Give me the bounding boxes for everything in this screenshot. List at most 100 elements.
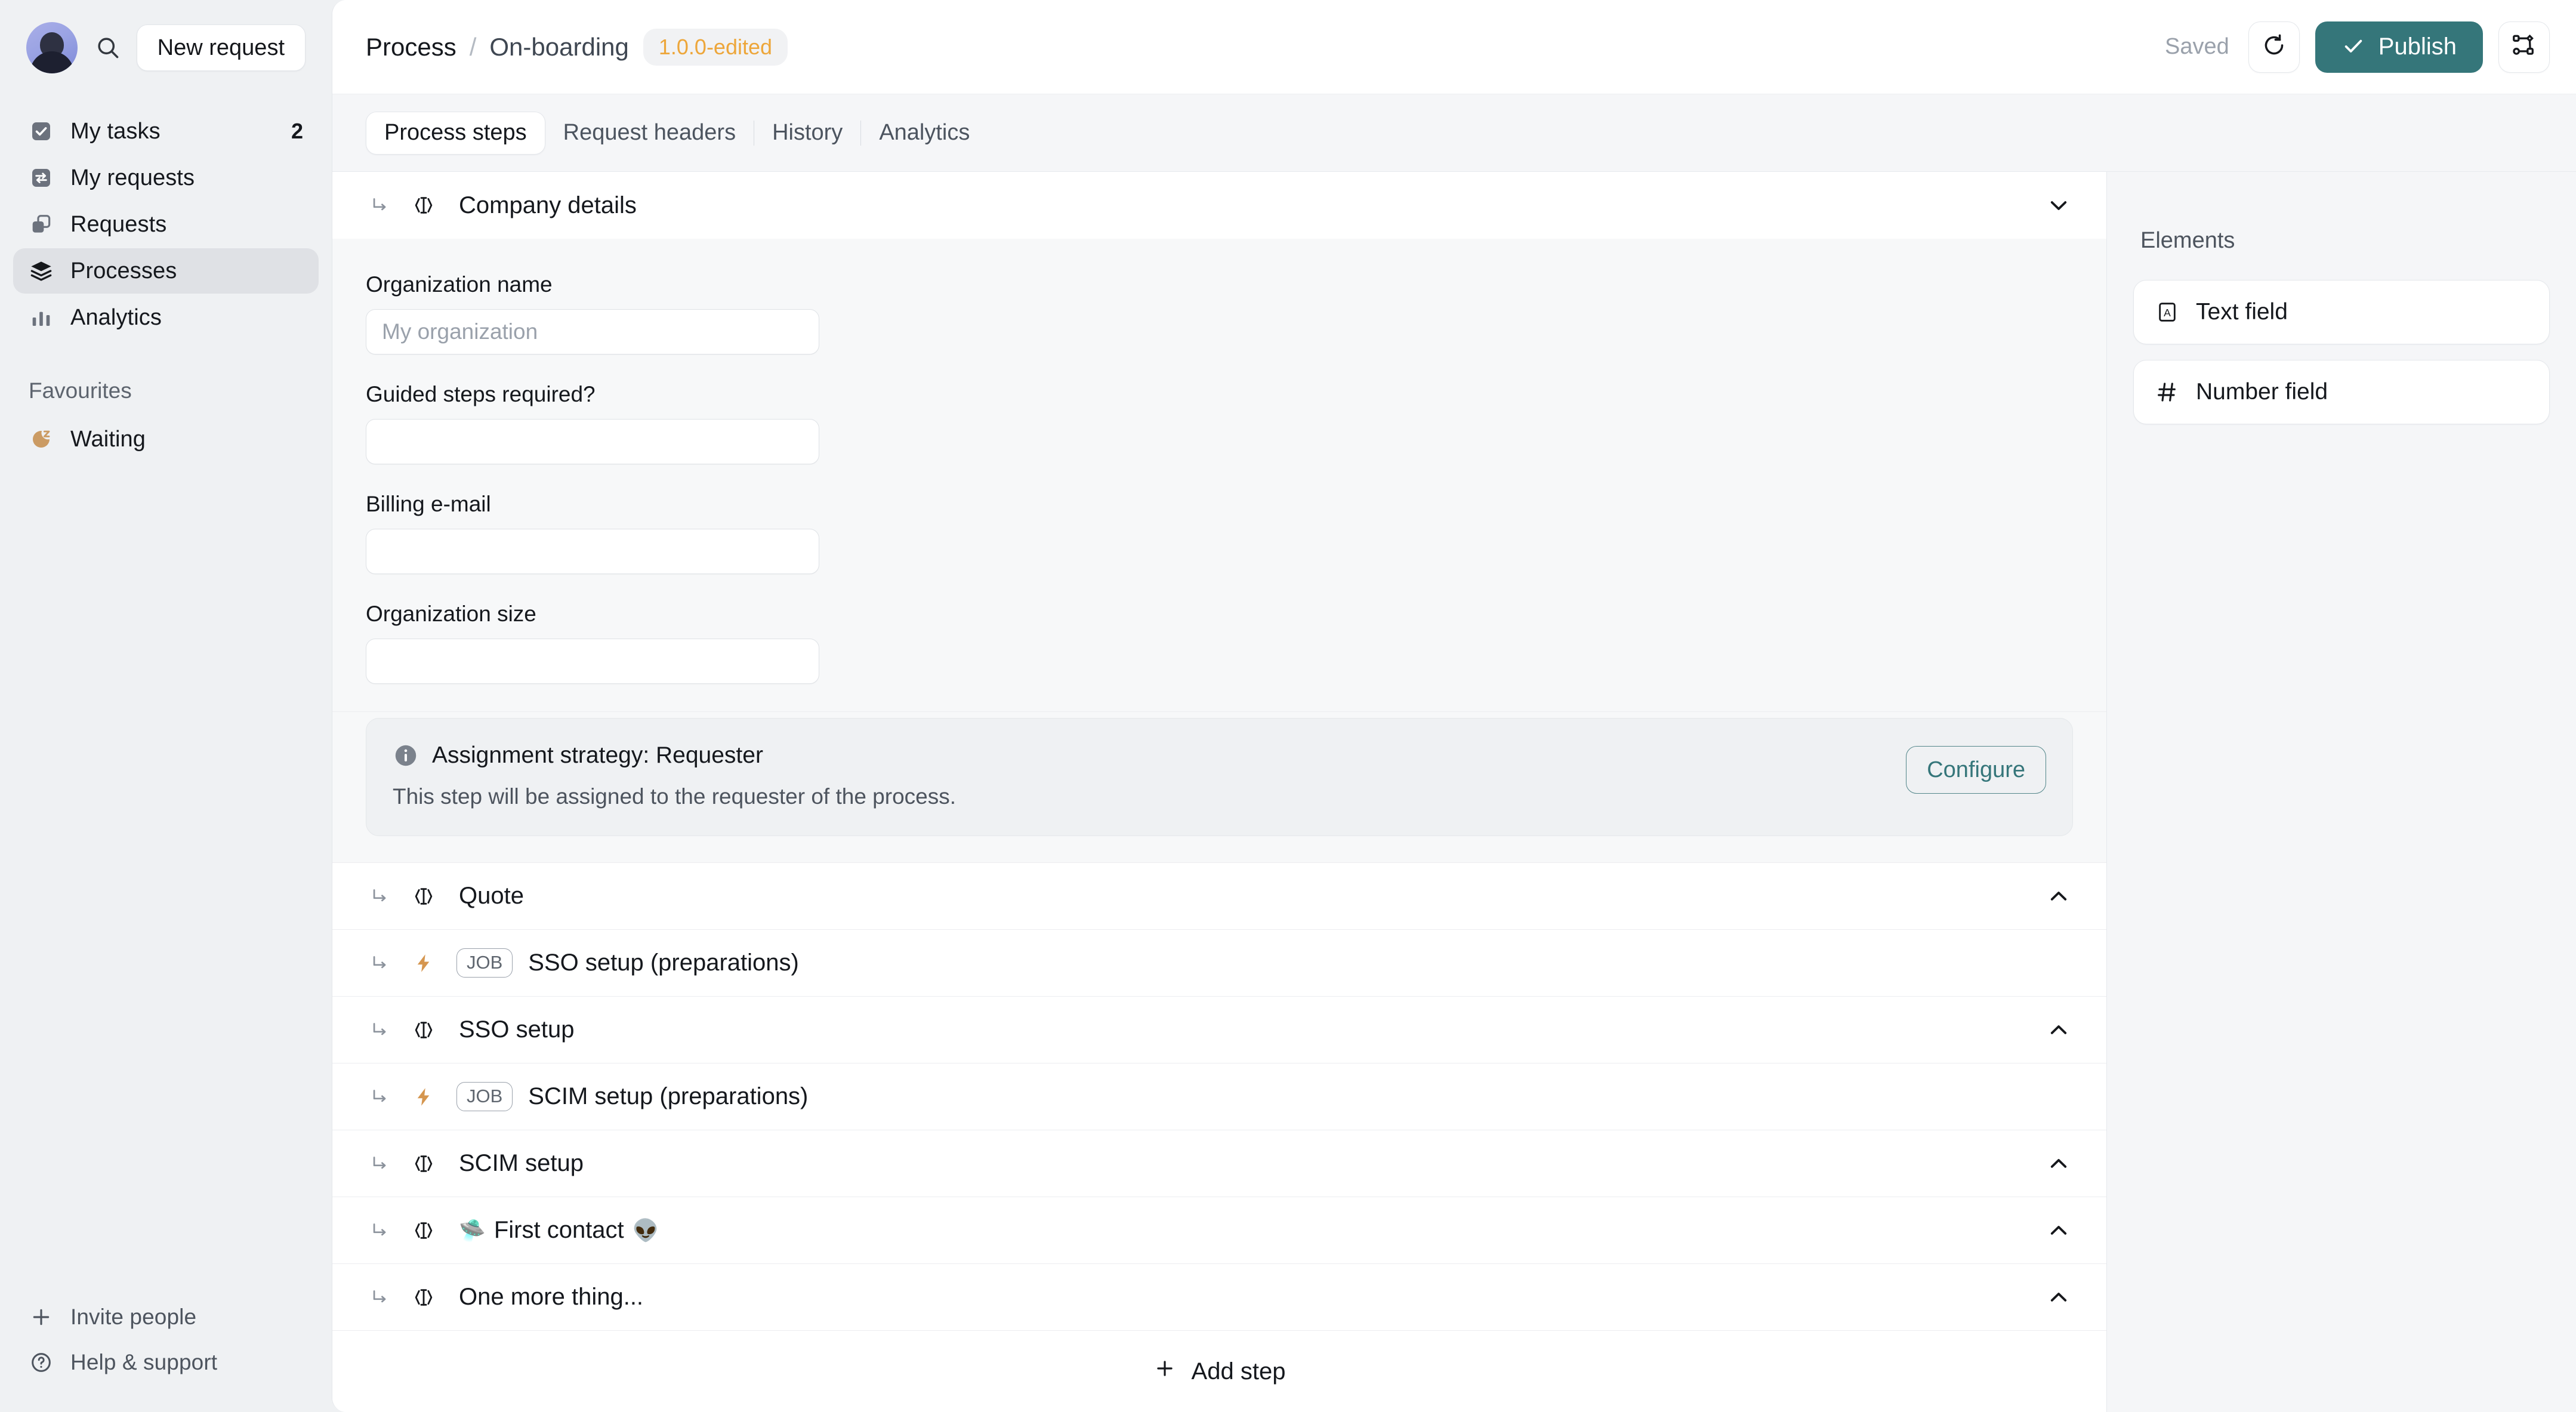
add-step-button[interactable]: Add step	[1153, 1357, 1286, 1386]
guided-steps-required-input[interactable]	[366, 419, 819, 464]
sidebar-item-requests[interactable]: Requests	[13, 202, 319, 247]
step-title-group: 🛸 First contact 👽	[459, 1217, 659, 1244]
branch-arrow-icon	[366, 953, 394, 973]
step-row-scim-setup-preparations[interactable]: JOB SCIM setup (preparations)	[332, 1063, 2106, 1130]
branch-arrow-icon	[366, 1020, 394, 1040]
checkbox-icon	[29, 119, 54, 144]
refresh-icon	[2261, 32, 2287, 61]
top-bar: Process / On-boarding 1.0.0-edited Saved	[332, 0, 2576, 94]
invite-people-button[interactable]: Invite people	[13, 1295, 319, 1339]
tab-process-steps[interactable]: Process steps	[366, 111, 545, 155]
sidebar-item-label: Processes	[70, 258, 177, 283]
field-label: Organization size	[366, 602, 536, 626]
form-step-icon	[404, 1285, 443, 1309]
chevron-down-icon[interactable]	[2042, 193, 2075, 218]
element-text-field[interactable]: A Text field	[2133, 280, 2550, 344]
branch-arrow-icon	[366, 1287, 394, 1308]
step-title: SCIM setup	[459, 1150, 584, 1176]
chevron-up-icon[interactable]	[2042, 884, 2075, 909]
step-title: One more thing...	[459, 1284, 644, 1310]
step-row-sso-setup[interactable]: SSO setup	[332, 997, 2106, 1063]
new-request-button[interactable]: New request	[136, 24, 306, 71]
step-body-company-details: Organization name My organization Guided…	[332, 239, 2106, 712]
step-row-company-details[interactable]: Company details	[332, 172, 2106, 239]
branch-arrow-icon	[366, 1220, 394, 1241]
sidebar-item-my-tasks[interactable]: My tasks 2	[13, 109, 319, 154]
sidebar-item-label: Waiting	[70, 426, 146, 452]
step-row-one-more-thing[interactable]: One more thing...	[332, 1264, 2106, 1331]
flow-diagram-icon	[2511, 32, 2537, 61]
field-label: Organization name	[366, 272, 553, 297]
chevron-up-icon[interactable]	[2042, 1285, 2075, 1310]
sidebar-item-label: Analytics	[70, 304, 162, 330]
step-row-sso-setup-preparations[interactable]: JOB SSO setup (preparations)	[332, 930, 2106, 997]
job-badge: JOB	[456, 948, 513, 978]
billing-email-input[interactable]	[366, 529, 819, 574]
publish-button[interactable]: Publish	[2315, 21, 2483, 73]
branch-arrow-icon	[366, 195, 394, 215]
form-step-icon	[404, 193, 443, 217]
step-row-scim-setup[interactable]: SCIM setup	[332, 1130, 2106, 1197]
chevron-up-icon[interactable]	[2042, 1151, 2075, 1176]
add-step-row: Add step	[332, 1331, 2106, 1412]
chevron-up-icon[interactable]	[2042, 1218, 2075, 1243]
add-step-label: Add step	[1191, 1358, 1286, 1385]
field-organization-name: Organization name My organization	[366, 272, 2073, 354]
check-icon	[2341, 34, 2365, 60]
sidebar-item-my-requests[interactable]: My requests	[13, 155, 319, 201]
organization-name-input[interactable]: My organization	[366, 309, 819, 354]
step-title: First contact	[493, 1217, 624, 1243]
tab-request-headers[interactable]: Request headers	[545, 112, 754, 155]
search-icon[interactable]	[93, 22, 124, 73]
element-label: Text field	[2196, 299, 2288, 325]
callout-header: Assignment strategy: Requester	[393, 742, 1888, 769]
job-badge: JOB	[456, 1082, 513, 1111]
form-step-icon	[404, 1018, 443, 1042]
exchange-icon	[29, 165, 54, 190]
step-title: SSO setup (preparations)	[528, 949, 799, 976]
callout-content: Assignment strategy: Requester This step…	[393, 742, 1888, 809]
step-title: SSO setup	[459, 1016, 575, 1043]
publish-label: Publish	[2378, 33, 2457, 60]
alien-emoji: 👽	[632, 1217, 659, 1243]
tab-history[interactable]: History	[754, 112, 860, 155]
refresh-button[interactable]	[2248, 21, 2300, 73]
element-number-field[interactable]: Number field	[2133, 360, 2550, 424]
step-row-first-contact[interactable]: 🛸 First contact 👽	[332, 1197, 2106, 1264]
sidebar-item-analytics[interactable]: Analytics	[13, 295, 319, 340]
sidebar-item-processes[interactable]: Processes	[13, 248, 319, 294]
breadcrumb-root[interactable]: Process	[366, 33, 456, 61]
help-and-support-button[interactable]: Help & support	[13, 1340, 319, 1385]
form-step-icon	[404, 1152, 443, 1176]
tab-analytics[interactable]: Analytics	[861, 112, 988, 155]
assignment-strategy-wrap: Assignment strategy: Requester This step…	[332, 712, 2106, 863]
flow-diagram-toggle-button[interactable]	[2498, 21, 2550, 73]
organization-size-input[interactable]	[366, 639, 819, 684]
elements-panel-header: Elements	[2140, 228, 2235, 253]
layers-icon	[29, 258, 54, 283]
tabs: Process steps Request headers History An…	[366, 111, 988, 155]
app-root: New request My tasks 2 My requests Reque…	[0, 0, 2576, 1412]
sidebar-item-waiting[interactable]: Waiting	[13, 417, 319, 462]
breadcrumb-separator: /	[469, 32, 477, 61]
breadcrumb: Process / On-boarding 1.0.0-edited	[366, 28, 788, 66]
form-step-icon	[404, 1219, 443, 1243]
step-row-quote[interactable]: Quote	[332, 863, 2106, 930]
main-panel: Process / On-boarding 1.0.0-edited Saved	[332, 0, 2576, 1412]
branch-arrow-icon	[366, 886, 394, 907]
sidebar-item-label: Requests	[70, 211, 167, 237]
chevron-up-icon[interactable]	[2042, 1018, 2075, 1043]
step-title: Quote	[459, 883, 524, 909]
callout-title: Assignment strategy: Requester	[432, 742, 763, 768]
sidebar-item-label: My requests	[70, 165, 195, 190]
field-organization-size: Organization size	[366, 602, 2073, 684]
sleep-icon	[29, 427, 54, 452]
saved-status: Saved	[2165, 34, 2229, 59]
step-title: SCIM setup (preparations)	[528, 1083, 809, 1109]
callout-description: This step will be assigned to the reques…	[393, 784, 957, 809]
step-title: Company details	[459, 192, 637, 218]
content-area: Company details Organization name My org…	[332, 172, 2576, 1412]
breadcrumb-current[interactable]: On-boarding	[489, 33, 628, 61]
configure-button[interactable]: Configure	[1906, 746, 2046, 794]
avatar[interactable]	[26, 22, 78, 73]
